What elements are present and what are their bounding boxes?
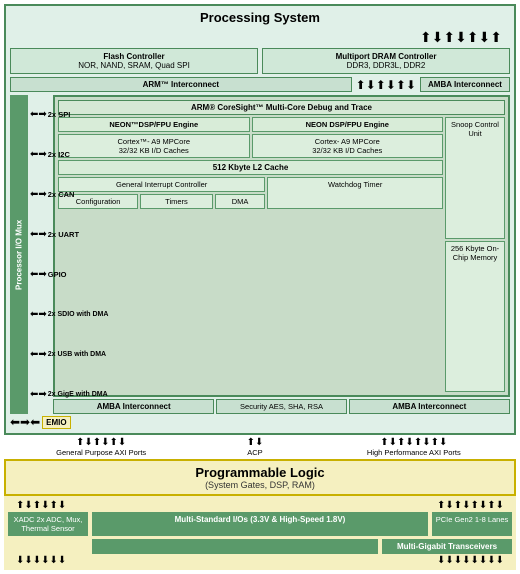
vb-left-arrows: ⬇⬇⬇⬇⬇⬇ [16,555,66,566]
io-gige: 2x GigE with DMA [48,391,108,398]
l2-cache-box: 512 Kbyte L2 Cache [58,160,443,175]
io-labels-list: ⬅➡ 2x SPI ⬅➡ 2x I2C ⬅➡ 2x CAN ⬅➡ 2x UART [30,95,50,414]
processor-io-mux-label: Processor I/O Mux [10,95,28,414]
dram-arrows: ⬆⬇⬆⬇⬆⬇⬆ [420,29,502,46]
amba-top-right: AMBA Interconnect [420,77,510,92]
left-io-section: Processor I/O Mux ⬅➡ 2x SPI ⬅➡ 2x I2C ⬅➡… [10,95,50,414]
amba-bottom-row: AMBA Interconnect Security AES, SHA, RSA… [53,399,510,414]
io-usb: 2x USB with DMA [48,351,106,358]
bottom-transceivers-row: Multi-Gigabit Transceivers [8,539,512,554]
emio-row: ⬅➡⬅ EMIO [10,415,510,429]
multi-gigabit-box: Multi-Gigabit Transceivers [382,539,512,554]
xadc-box: XADC 2x ADC, Mux, Thermal Sensor [8,512,88,536]
coresight-title: ARM® CoreSight™ Multi-Core Debug and Tra… [58,100,505,115]
neon-left-box: NEON™DSP/FPU Engine [58,117,250,132]
dram-controller-detail: DDR3, DDR3L, DDR2 [268,61,504,70]
bottom-section: ⬆⬇⬆⬇⬆⬇ ⬆⬇⬆⬇⬆⬇⬆⬇ XADC 2x ADC, Mux, Therma… [4,496,516,570]
programmable-logic-box: Programmable Logic (System Gates, DSP, R… [4,459,516,496]
neon-right-box: NEON DSP/FPU Engine [252,117,444,132]
dma-box: DMA [215,194,265,209]
amba-bottom-right-box: AMBA Interconnect [349,399,510,414]
pl-subtitle: (System Gates, DSP, RAM) [10,480,510,490]
snoop-control-box: Snoop Control Unit [445,117,505,239]
general-purpose-ports: ⬆⬇⬆⬇⬆⬇ General Purpose AXI Ports [51,437,151,457]
flash-controller-detail: NOR, NAND, SRAM, Quad SPI [16,61,252,70]
processing-system-title: Processing System [10,10,510,25]
pl-title: Programmable Logic [10,465,510,480]
io-i2c: 2x I2C [48,150,70,159]
very-bottom-arrows: ⬇⬇⬇⬇⬇⬇ ⬇⬇⬇⬇⬇⬇⬇⬇ [8,554,512,567]
vb-right-arrows: ⬇⬇⬇⬇⬇⬇⬇⬇ [437,555,504,566]
ports-row: ⬆⬇⬆⬇⬆⬇ General Purpose AXI Ports ⬆⬇ ACP … [4,435,516,459]
bottom-arrows-row: ⬆⬇⬆⬇⬆⬇ ⬆⬇⬆⬇⬆⬇⬆⬇ [8,499,512,512]
amba-bottom-left-box: AMBA Interconnect [53,399,214,414]
multi-standard-io-2 [92,539,378,554]
arm-coresight-box: ARM® CoreSight™ Multi-Core Debug and Tra… [53,95,510,397]
bottom-right-arrows: ⬆⬇⬆⬇⬆⬇⬆⬇ [437,500,504,511]
onchip-memory-box: 256 Kbyte On-Chip Memory [445,241,505,392]
amba-top-left: ARM™ Interconnect [10,77,352,92]
io-uart: 2x UART [48,230,79,239]
bottom-blocks-row: XADC 2x ADC, Mux, Thermal Sensor Multi-S… [8,512,512,536]
multi-standard-io-box: Multi-Standard I/Os (3.3V & High-Speed 1… [92,512,428,536]
timers-box: Timers [140,194,213,209]
bottom-left-arrows: ⬆⬇⬆⬇⬆⬇ [16,500,66,511]
io-gpio: GPIO [48,270,67,279]
cortex-left-box: Cortex™- A9 MPCore 32/32 KB I/D Caches [58,134,250,158]
processing-system-box: Processing System ⬆⬇⬆⬇⬆⬇⬆ Flash Controll… [4,4,516,435]
io-can: 2x CAN [48,190,75,199]
main-wrapper: Processing System ⬆⬇⬆⬇⬆⬇⬆ Flash Controll… [0,0,520,574]
emio-label: EMIO [42,416,70,429]
dram-controller-label: Multiport DRAM Controller [268,52,504,61]
interrupt-controller-box: General Interrupt Controller [58,177,265,192]
dram-controller-box: Multiport DRAM Controller DDR3, DDR3L, D… [262,48,510,74]
flash-controller-label: Flash Controller [16,52,252,61]
amba-arrows-mid: ⬆⬇⬆⬇⬆⬇ [356,78,416,92]
io-spi: 2x SPI [48,110,71,119]
io-sdio: 2x SDIO with DMA [48,311,109,318]
security-box: Security AES, SHA, RSA [216,399,346,414]
watchdog-box: Watchdog Timer [267,177,443,209]
center-area: ARM® CoreSight™ Multi-Core Debug and Tra… [53,95,510,414]
flash-controller-box: Flash Controller NOR, NAND, SRAM, Quad S… [10,48,258,74]
pcie-box: PCIe Gen2 1-8 Lanes [432,512,512,536]
acp-port: ⬆⬇ ACP [237,437,272,457]
cortex-right-box: Cortex- A9 MPCore 32/32 KB I/D Caches [252,134,444,158]
high-performance-ports: ⬆⬇⬆⬇⬆⬇⬆⬇ High Performance AXI Ports [359,437,469,457]
